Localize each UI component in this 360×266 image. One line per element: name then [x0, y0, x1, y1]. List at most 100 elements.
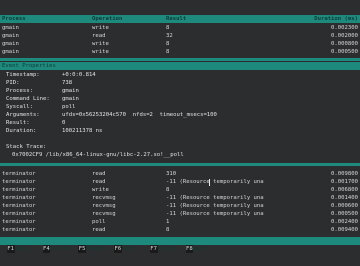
fkey-label: F7 — [149, 245, 158, 253]
cell-result: -11 (Resource temporarily una — [166, 179, 264, 185]
table-row[interactable]: terminator poll 1 0.002400 — [0, 218, 360, 226]
cell-operation: write — [92, 187, 109, 193]
fkey-label: F4 — [42, 245, 51, 253]
detail-value: 738 — [62, 80, 73, 86]
cell-duration: 0.000600 — [331, 203, 358, 209]
header-operation[interactable]: Operation — [92, 15, 162, 23]
fkey-action: Stats — [157, 246, 175, 252]
fkey-events[interactable]: F5Events — [78, 245, 114, 253]
cell-operation: write — [92, 49, 109, 55]
cell-process: terminator — [2, 227, 36, 233]
cell-duration: 0.001700 — [331, 179, 358, 185]
stack-frame: 0x7002CF9 /lib/x86_64-linux-gnu/libc-2.2… — [12, 152, 184, 158]
fkey-action: Help — [14, 246, 28, 252]
cell-duration: 0.000800 — [331, 41, 358, 47]
cell-process: gmain — [2, 49, 19, 55]
header-result[interactable]: Result — [166, 15, 282, 23]
fkey-quit[interactable]: F8Quit — [185, 245, 222, 253]
cell-duration: 0.009800 — [331, 171, 358, 177]
cell-duration: 0.009400 — [331, 227, 358, 233]
detail-row: Process: gmain — [0, 87, 360, 95]
detail-row: Timestamp: +0:0:0.814 — [0, 71, 360, 79]
detail-key: Syscall: — [6, 104, 33, 110]
table-row[interactable]: terminator recvmsg -11 (Resource tempora… — [0, 210, 360, 218]
fkey-filter[interactable]: F4Filter — [42, 245, 79, 253]
table-row[interactable]: gmain read 32 0.002000 — [0, 32, 360, 40]
table-row[interactable]: gmain write 8 0.002300 — [0, 24, 360, 32]
detail-row: Duration: 100211378 ns — [0, 127, 360, 135]
cell-result: 8 — [166, 41, 170, 47]
detail-value: gmain — [62, 96, 79, 102]
cell-result: -11 (Resource temporarily una — [166, 195, 264, 201]
cell-result: 8 — [166, 187, 170, 193]
detail-row: Arguments: ufds=0x56253204c570 nfds=2 ti… — [0, 111, 360, 119]
stack-trace-line[interactable]: 0x7002CF9 /lib/x86_64-linux-gnu/libc-2.2… — [0, 151, 360, 159]
cell-result: -11 (Resource temporarily una — [166, 211, 264, 217]
cell-process: terminator — [2, 203, 36, 209]
fkey-label: F5 — [78, 245, 86, 253]
fkey-action: Events — [86, 246, 107, 252]
cell-result: 8 — [166, 49, 170, 55]
table-row[interactable]: terminator write 8 0.006800 — [0, 186, 360, 194]
cell-operation: read — [92, 33, 106, 39]
stack-label: Stack Trace: — [6, 144, 47, 150]
panel-divider[interactable] — [0, 163, 360, 166]
detail-key: PID: — [6, 80, 20, 86]
cell-process: terminator — [2, 219, 36, 225]
table-row[interactable]: terminator recvmsg -11 (Resource tempora… — [0, 202, 360, 210]
cell-duration: 0.002400 — [331, 219, 358, 225]
detail-row: PID: 738 — [0, 79, 360, 87]
cell-operation: read — [92, 227, 106, 233]
detail-value: poll — [62, 104, 76, 110]
cell-process: terminator — [2, 179, 36, 185]
cell-duration: 0.002300 — [331, 25, 358, 31]
cell-operation: recvmsg — [92, 211, 116, 217]
function-key-bar: F1Help F4Filter F5Events F6Sort F7Stats F8Qui… — [0, 237, 360, 253]
fkey-sort[interactable]: F6Sort — [114, 245, 150, 253]
cell-process: gmain — [2, 33, 19, 39]
cell-result: 32 — [166, 33, 173, 39]
cell-operation: read — [92, 179, 106, 185]
event-properties-title: Event Properties — [0, 62, 360, 70]
cell-result: -11 (Resource temporarily una — [166, 203, 264, 209]
fkey-help[interactable]: F1Help — [6, 245, 43, 253]
detail-row: Syscall: poll — [0, 103, 360, 111]
table-row[interactable]: terminator read 8 0.009400 — [0, 226, 360, 234]
cell-duration: 0.002000 — [331, 33, 358, 39]
header-duration[interactable]: Duration (ms) — [284, 15, 358, 23]
fkey-action: Sort — [121, 246, 136, 252]
cell-process: gmain — [2, 25, 19, 31]
cell-duration: 0.006800 — [331, 187, 358, 193]
stack-trace-label: Stack Trace: — [0, 143, 360, 151]
cell-operation: recvmsg — [92, 203, 116, 209]
cell-operation: write — [92, 41, 109, 47]
detail-row: Command Line: gmain — [0, 95, 360, 103]
panel-title: Event Properties — [2, 63, 56, 69]
table-row[interactable]: gmain write 8 0.000500 — [0, 48, 360, 56]
table-row[interactable]: terminator read 310 0.009800 — [0, 170, 360, 178]
detail-key: Duration: — [6, 128, 37, 134]
cell-result: 1 — [166, 219, 170, 225]
detail-row: Result: 0 — [0, 119, 360, 127]
detail-key: Result: — [6, 120, 30, 126]
cell-result: 8 — [166, 227, 170, 233]
cell-process: gmain — [2, 41, 19, 47]
detail-key: Process: — [6, 88, 33, 94]
table-row[interactable]: terminator recvmsg -11 (Resource tempora… — [0, 194, 360, 202]
cell-result: 8 — [166, 25, 170, 31]
detail-value: ufds=0x56253204c570 nfds=2 timeout_msecs… — [62, 112, 217, 118]
fkey-stats[interactable]: F7Stats — [149, 245, 186, 253]
mouse-cursor-icon — [209, 178, 210, 186]
cell-duration: 0.001400 — [331, 195, 358, 201]
table-row[interactable]: terminator read -11 (Resource temporaril… — [0, 178, 360, 186]
table-row[interactable]: gmain write 8 0.000800 — [0, 40, 360, 48]
detail-value: 0 — [62, 120, 66, 126]
detail-key: Arguments: — [6, 112, 40, 118]
panel-divider[interactable] — [0, 58, 360, 61]
cell-duration: 0.000500 — [331, 49, 358, 55]
fkey-label: F6 — [114, 245, 122, 253]
cell-process: terminator — [2, 187, 36, 193]
header-process[interactable]: Process — [2, 15, 88, 23]
cell-operation: poll — [92, 219, 106, 225]
detail-value: gmain — [62, 88, 79, 94]
